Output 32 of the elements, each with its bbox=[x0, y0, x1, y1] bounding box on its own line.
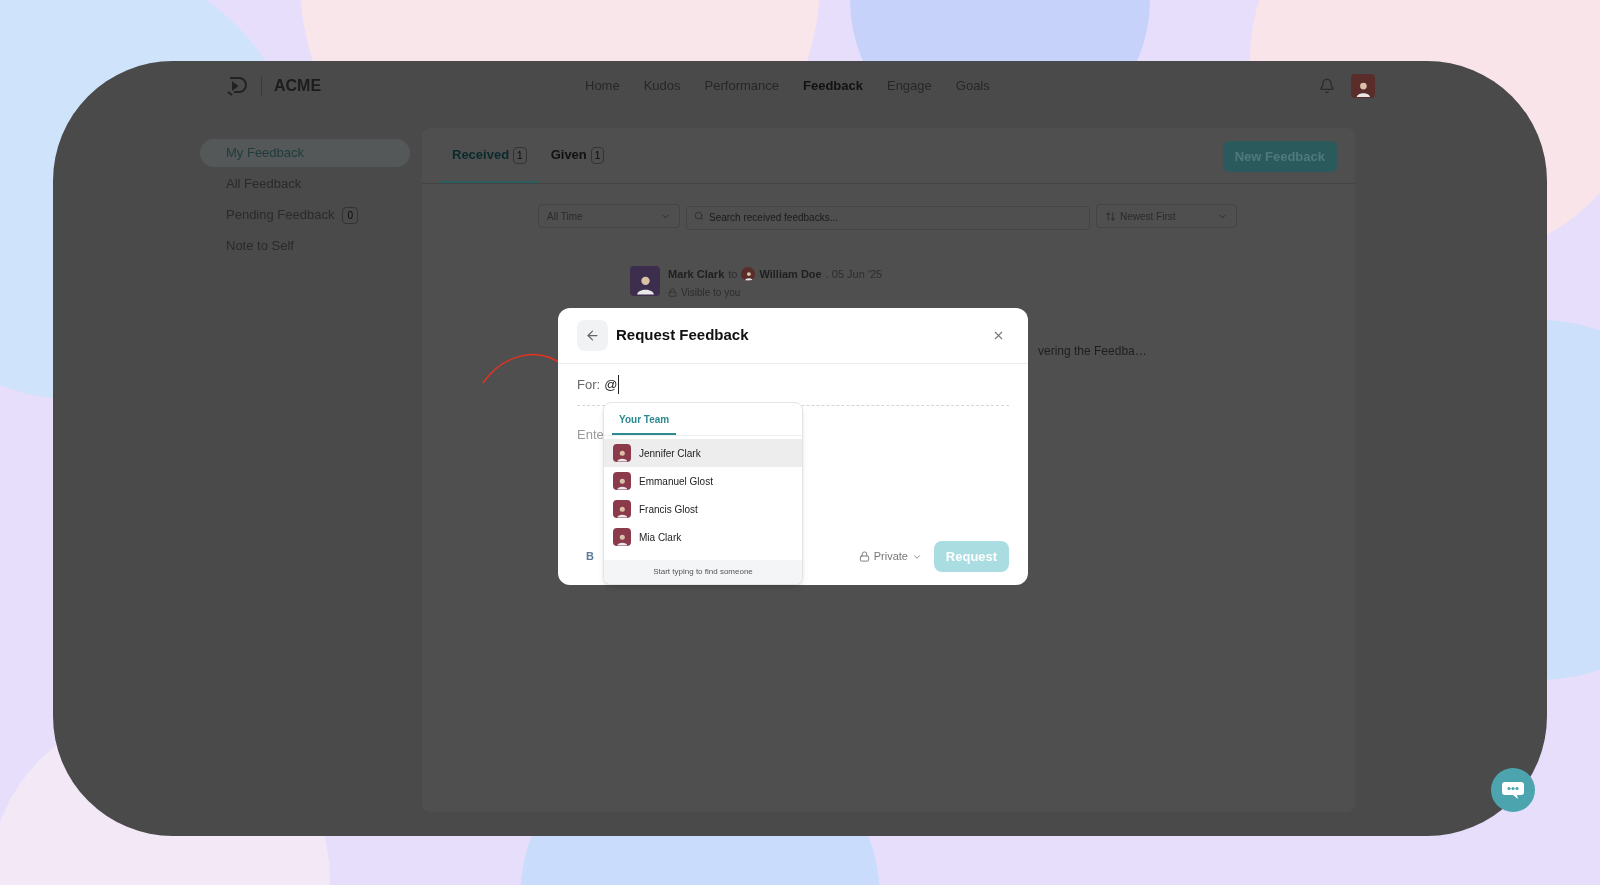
person-option[interactable]: Jennifer Clark bbox=[604, 439, 802, 467]
logo-icon bbox=[225, 74, 249, 98]
person-option[interactable]: Emmanuel Glost bbox=[604, 467, 802, 495]
user-avatar bbox=[1351, 74, 1375, 98]
count-badge: 1 bbox=[590, 146, 605, 164]
avatar bbox=[613, 528, 631, 546]
dropdown-hint: Start typing to find someone bbox=[604, 560, 802, 584]
avatar bbox=[741, 267, 756, 282]
privacy-dropdown[interactable]: Private bbox=[858, 548, 922, 565]
tab[interactable]: Received 1 bbox=[440, 129, 539, 183]
person-option[interactable]: Francis Glost bbox=[604, 495, 802, 523]
chat-bubble-icon bbox=[1501, 780, 1525, 800]
message-placeholder[interactable]: Ente bbox=[577, 427, 604, 442]
search-icon bbox=[694, 211, 704, 221]
nav-link[interactable]: Feedback bbox=[803, 76, 863, 96]
lock-icon bbox=[858, 551, 870, 562]
avatar bbox=[613, 444, 631, 462]
sort-icon bbox=[1105, 210, 1116, 222]
lock-icon bbox=[668, 287, 677, 297]
for-label: For: bbox=[577, 375, 601, 394]
recipient-input[interactable]: @ bbox=[604, 374, 620, 395]
tab[interactable]: Given 1 bbox=[538, 129, 617, 183]
avatar bbox=[630, 266, 660, 296]
dialog-title: Request Feedback bbox=[616, 325, 750, 346]
person-option[interactable]: Mia Clark bbox=[604, 523, 802, 551]
avatar bbox=[613, 500, 631, 518]
avatar bbox=[613, 472, 631, 490]
close-icon bbox=[992, 329, 1005, 342]
count-badge: 1 bbox=[513, 146, 527, 164]
team-tab[interactable]: Your Team bbox=[612, 412, 677, 435]
bold-button[interactable]: B bbox=[577, 548, 603, 565]
back-button[interactable] bbox=[577, 320, 608, 351]
